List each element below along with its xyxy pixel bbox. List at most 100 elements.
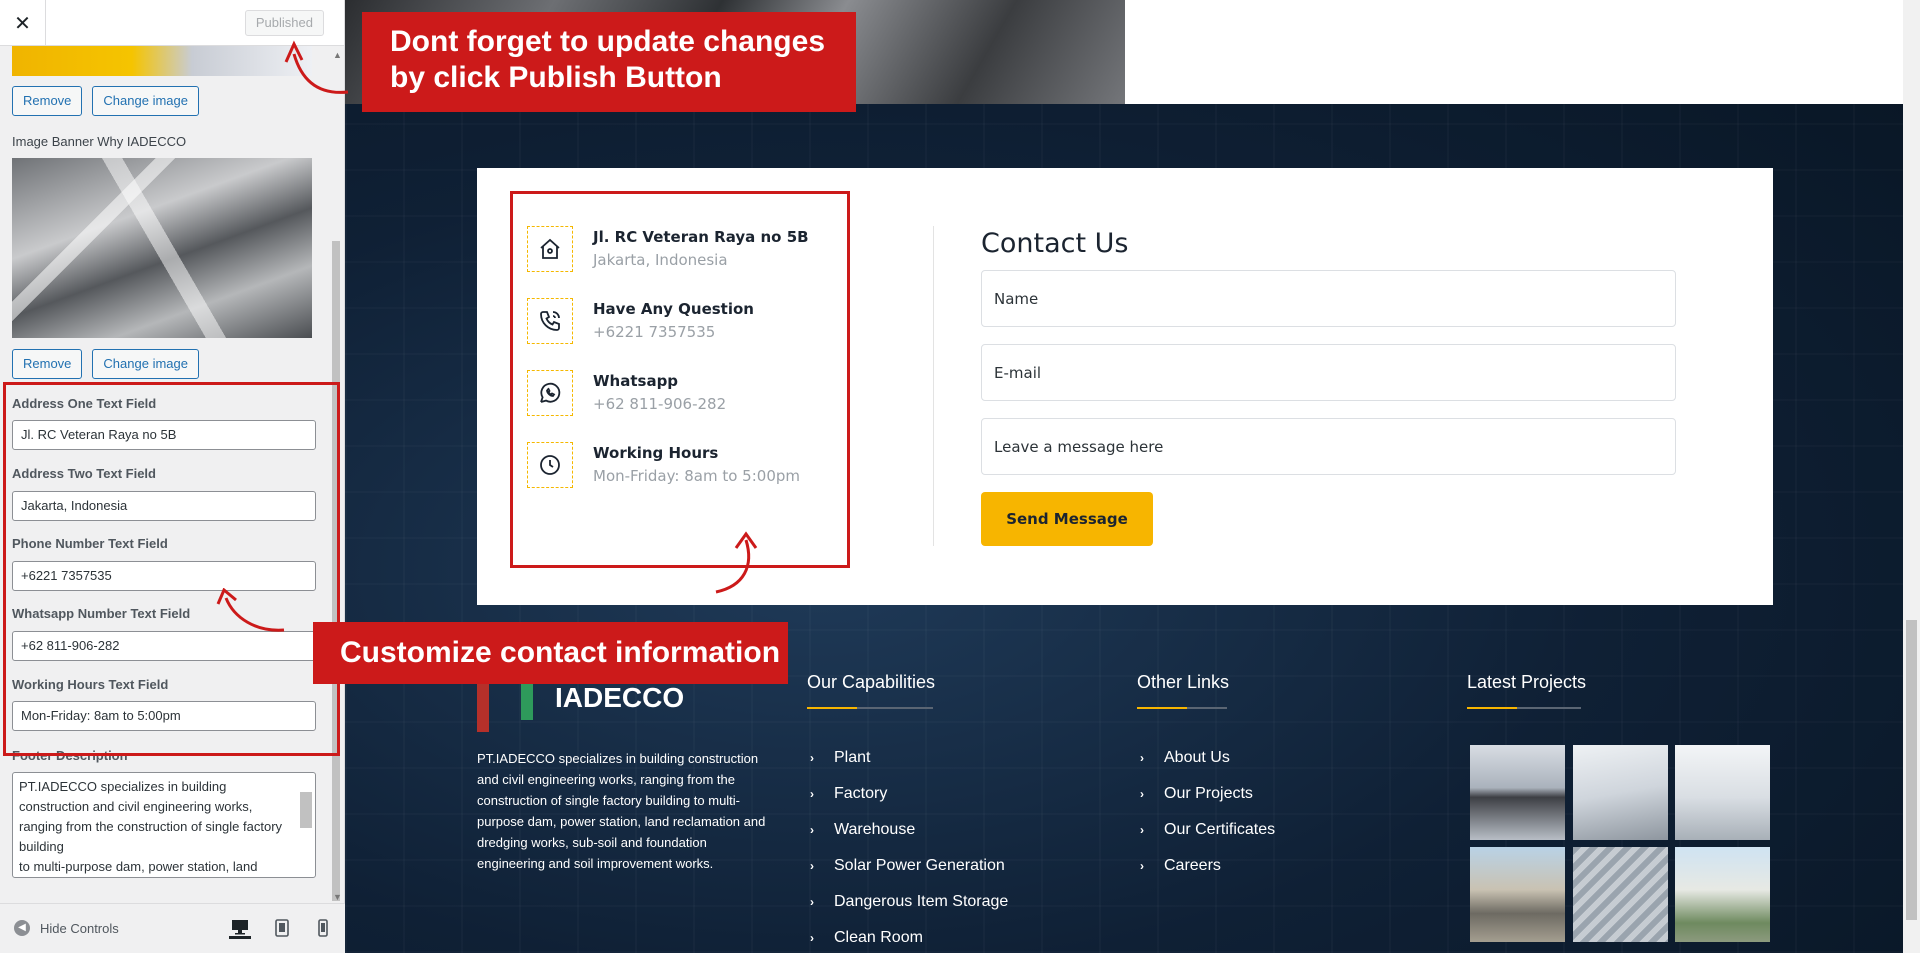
project-thumbnail[interactable] bbox=[1470, 745, 1565, 840]
address-value: Jakarta, Indonesia bbox=[593, 251, 728, 269]
capability-link[interactable]: › Solar Power Generation bbox=[810, 857, 1005, 875]
arrow-to-info-icon bbox=[715, 531, 758, 594]
address-item: Jl. RC Veteran Raya no 5B Jakarta, Indon… bbox=[527, 226, 809, 272]
banner-image-preview bbox=[12, 158, 312, 338]
project-thumbnail[interactable] bbox=[1573, 847, 1668, 942]
panel-footer: ◀ Hide Controls bbox=[0, 903, 345, 953]
contact-info-highlight: Jl. RC Veteran Raya no 5B Jakarta, Indon… bbox=[510, 191, 850, 568]
capability-label: Dangerous Item Storage bbox=[834, 893, 1009, 910]
contact-card: Jl. RC Veteran Raya no 5B Jakarta, Indon… bbox=[477, 168, 1773, 605]
other-link[interactable]: › Our Projects bbox=[1140, 785, 1253, 803]
question-title: Have Any Question bbox=[593, 300, 754, 318]
preview-scrollbar[interactable] bbox=[1903, 0, 1920, 953]
whatsapp-value: +62 811-906-282 bbox=[593, 395, 727, 413]
hide-controls-button[interactable]: ◀ Hide Controls bbox=[14, 920, 119, 936]
top-image-actions: Remove Change image bbox=[12, 86, 199, 116]
change-banner-button[interactable]: Change image bbox=[92, 349, 199, 379]
whatsapp-icon bbox=[527, 370, 573, 416]
banner-image-actions: Remove Change image bbox=[12, 349, 199, 379]
brand-name: IADECCO bbox=[555, 682, 685, 713]
tablet-icon[interactable] bbox=[271, 917, 293, 939]
capability-link[interactable]: › Clean Room bbox=[810, 929, 923, 947]
hours-value: Mon-Friday: 8am to 5:00pm bbox=[593, 467, 800, 485]
project-thumbnail[interactable] bbox=[1675, 745, 1770, 840]
site-preview: Jl. RC Veteran Raya no 5B Jakarta, Indon… bbox=[345, 0, 1920, 953]
chevron-right-icon: › bbox=[1140, 823, 1144, 837]
customize-contact-note: Customize contact information bbox=[313, 622, 788, 684]
whatsapp-title: Whatsapp bbox=[593, 372, 679, 390]
arrow-to-publish-icon bbox=[284, 40, 349, 94]
email-input[interactable]: E-mail bbox=[981, 344, 1676, 401]
capability-link[interactable]: › Dangerous Item Storage bbox=[810, 893, 1008, 911]
other-link[interactable]: › About Us bbox=[1140, 749, 1230, 767]
other-link-label: About Us bbox=[1164, 749, 1230, 766]
project-thumbnail[interactable] bbox=[1675, 847, 1770, 942]
chevron-right-icon: › bbox=[1140, 787, 1144, 801]
top-image-preview bbox=[12, 46, 312, 76]
project-thumbnail[interactable] bbox=[1470, 847, 1565, 942]
chevron-right-icon: › bbox=[810, 931, 814, 945]
desktop-icon[interactable] bbox=[229, 917, 251, 939]
change-image-button[interactable]: Change image bbox=[92, 86, 199, 116]
remove-banner-button[interactable]: Remove bbox=[12, 349, 83, 379]
textarea-scrollbar[interactable] bbox=[300, 792, 312, 828]
name-input[interactable]: Name bbox=[981, 270, 1676, 327]
customizer-panel: ✕ Published Remove Change image Image Ba… bbox=[0, 0, 345, 953]
capability-label: Clean Room bbox=[834, 929, 923, 946]
home-icon bbox=[527, 226, 573, 272]
chevron-right-icon: › bbox=[810, 895, 814, 909]
capability-link[interactable]: › Warehouse bbox=[810, 821, 915, 839]
phone-icon bbox=[527, 298, 573, 344]
capability-link[interactable]: › Plant bbox=[810, 749, 870, 767]
clock-icon bbox=[527, 442, 573, 488]
projects-underline bbox=[1467, 707, 1581, 709]
published-button[interactable]: Published bbox=[244, 10, 324, 36]
preview-scrollbar-thumb[interactable] bbox=[1906, 620, 1917, 920]
contact-title: Contact Us bbox=[981, 228, 1129, 259]
publish-reminder-note: Dont forget to update changes by click P… bbox=[362, 12, 856, 112]
card-divider bbox=[933, 226, 934, 546]
chevron-right-icon: › bbox=[810, 787, 814, 801]
chevron-right-icon: › bbox=[1140, 859, 1144, 873]
capability-label: Warehouse bbox=[834, 821, 916, 838]
hours-item: Working Hours Mon-Friday: 8am to 5:00pm bbox=[527, 442, 800, 488]
projects-title: Latest Projects bbox=[1467, 672, 1587, 692]
hide-controls-label: Hide Controls bbox=[40, 920, 119, 936]
remove-image-button[interactable]: Remove bbox=[12, 86, 83, 116]
address-title: Jl. RC Veteran Raya no 5B bbox=[593, 228, 809, 246]
message-input[interactable]: Leave a message here bbox=[981, 418, 1676, 475]
mobile-icon[interactable] bbox=[312, 917, 334, 939]
brand-description: PT.IADECCO specializes in building const… bbox=[477, 751, 766, 871]
scroll-down-icon[interactable]: ▼ bbox=[333, 892, 342, 902]
chevron-right-icon: › bbox=[810, 751, 814, 765]
arrow-to-fields-icon bbox=[216, 588, 285, 632]
other-link-label: Our Projects bbox=[1164, 785, 1253, 802]
other-link-label: Our Certificates bbox=[1164, 821, 1276, 838]
capability-label: Factory bbox=[834, 785, 888, 802]
capabilities-title: Our Capabilities bbox=[807, 672, 936, 692]
chevron-right-icon: › bbox=[1140, 751, 1144, 765]
other-link[interactable]: › Our Certificates bbox=[1140, 821, 1275, 839]
other-links-title: Other Links bbox=[1137, 672, 1230, 692]
iadecco-logo[interactable] bbox=[477, 680, 533, 732]
footer-description-field[interactable]: PT.IADECCO specializes in building const… bbox=[12, 772, 316, 878]
other-link[interactable]: › Careers bbox=[1140, 857, 1221, 875]
other-link-label: Careers bbox=[1164, 857, 1221, 874]
hours-title: Working Hours bbox=[593, 444, 719, 462]
capability-label: Plant bbox=[834, 749, 871, 766]
banner-label: Image Banner Why IADECCO bbox=[12, 134, 187, 149]
close-icon[interactable]: ✕ bbox=[0, 0, 46, 46]
capability-link[interactable]: › Factory bbox=[810, 785, 887, 803]
chevron-right-icon: › bbox=[810, 859, 814, 873]
capabilities-underline bbox=[807, 707, 933, 709]
send-message-button[interactable]: Send Message bbox=[981, 492, 1153, 546]
whatsapp-item: Whatsapp +62 811-906-282 bbox=[527, 370, 726, 416]
question-value: +6221 7357535 bbox=[593, 323, 716, 341]
other-links-underline bbox=[1137, 707, 1227, 709]
contact-fields-highlight bbox=[3, 382, 340, 756]
capability-label: Solar Power Generation bbox=[834, 857, 1005, 874]
project-thumbnail[interactable] bbox=[1573, 745, 1668, 840]
collapse-icon: ◀ bbox=[14, 920, 30, 936]
white-section bbox=[1125, 0, 1920, 104]
phone-item: Have Any Question +6221 7357535 bbox=[527, 298, 754, 344]
